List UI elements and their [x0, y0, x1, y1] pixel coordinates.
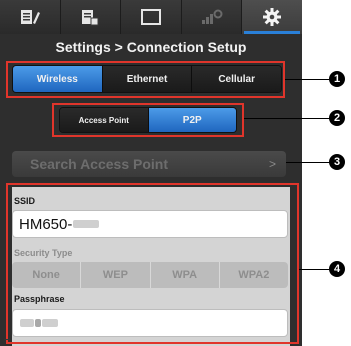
search-access-point-button[interactable]: Search Access Point >: [12, 151, 286, 177]
tab-network[interactable]: [182, 0, 243, 34]
edit-document-icon: [20, 10, 40, 24]
top-tab-bar: [0, 0, 302, 34]
chevron-right-icon: >: [268, 157, 276, 171]
leader-line-1: [285, 79, 329, 80]
leader-line-2: [244, 118, 330, 119]
highlight-box-2: [52, 103, 244, 137]
tab-edit[interactable]: [0, 0, 61, 34]
callout-1: 1: [329, 71, 345, 87]
divider-mark: [4, 339, 10, 340]
callout-3: 3: [329, 154, 345, 170]
leader-line-4: [299, 269, 329, 270]
monitor-icon: [140, 9, 161, 25]
highlight-box-1: [6, 61, 285, 98]
leader-line-3: [286, 162, 330, 163]
highlight-box-4: [6, 183, 299, 344]
signal-settings-icon: [201, 9, 223, 24]
search-access-point-label: Search Access Point: [30, 156, 168, 172]
tab-monitor[interactable]: [121, 0, 182, 34]
page-title: Settings > Connection Setup: [55, 39, 247, 55]
tab-clip[interactable]: [61, 0, 122, 34]
callout-2: 2: [329, 110, 345, 126]
clip-info-icon: [82, 10, 99, 26]
callout-4: 4: [329, 261, 345, 277]
gear-icon: [263, 8, 282, 26]
tab-settings[interactable]: [242, 0, 302, 34]
